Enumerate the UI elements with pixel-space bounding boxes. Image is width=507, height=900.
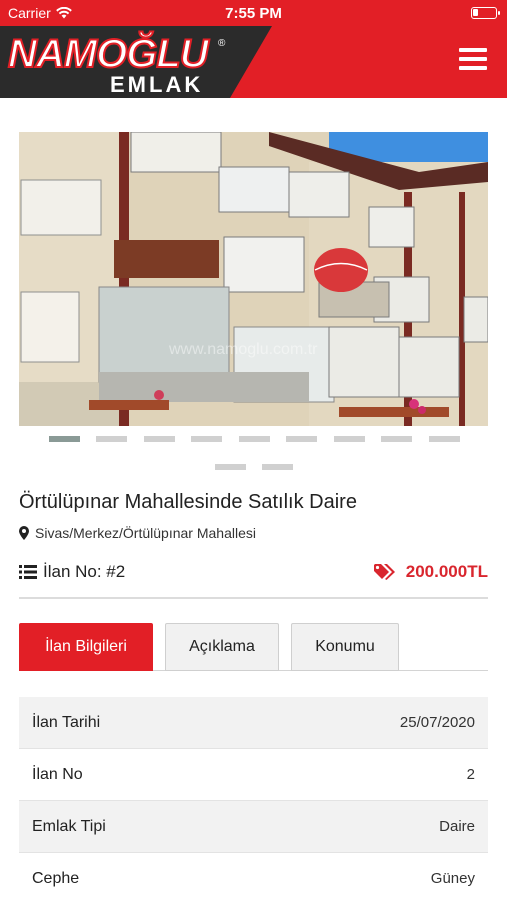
listing-meta-row: İlan No: #2 200.000TL bbox=[19, 562, 488, 584]
carousel-dot[interactable] bbox=[96, 436, 127, 442]
status-bar: Carrier 7:55 PM bbox=[0, 0, 507, 26]
listing-photo[interactable]: www.namoglu.com.tr bbox=[19, 132, 488, 426]
info-row-property-type: Emlak Tipi Daire bbox=[19, 801, 488, 853]
listing-location: Sivas/Merkez/Örtülüpınar Mahallesi bbox=[19, 525, 256, 541]
info-value: Güney bbox=[430, 870, 475, 887]
status-time: 7:55 PM bbox=[225, 5, 282, 22]
location-text: Sivas/Merkez/Örtülüpınar Mahallesi bbox=[35, 525, 256, 541]
logo-subtitle: EMLAK bbox=[110, 72, 204, 97]
menu-button[interactable] bbox=[459, 48, 487, 72]
building-photo-image: www.namoglu.com.tr bbox=[19, 132, 488, 426]
info-label: İlan No bbox=[32, 765, 83, 783]
price-text: 200.000TL bbox=[405, 562, 488, 581]
carousel-dot[interactable] bbox=[239, 436, 270, 442]
listing-info-table: İlan Tarihi 25/07/2020 İlan No 2 Emlak T… bbox=[19, 697, 488, 900]
detail-tabs: İlan Bilgileri Açıklama Konumu bbox=[19, 623, 488, 671]
carousel-dot[interactable] bbox=[191, 436, 222, 442]
battery-icon bbox=[471, 7, 500, 19]
hamburger-icon bbox=[459, 48, 487, 52]
list-icon bbox=[19, 565, 37, 579]
listing-number: İlan No: #2 bbox=[19, 562, 125, 582]
carousel-dot[interactable] bbox=[334, 436, 365, 442]
hamburger-line bbox=[459, 66, 487, 70]
listing-price: 200.000TL bbox=[373, 562, 488, 582]
section-divider bbox=[19, 597, 488, 599]
info-value: Daire bbox=[439, 818, 475, 835]
listing-title: Örtülüpınar Mahallesinde Satılık Daire bbox=[19, 491, 357, 513]
carousel-dot[interactable] bbox=[215, 464, 246, 470]
tab-location[interactable]: Konumu bbox=[291, 623, 399, 671]
photo-watermark: www.namoglu.com.tr bbox=[168, 341, 318, 358]
tab-listing-info[interactable]: İlan Bilgileri bbox=[19, 623, 153, 671]
brand-logo[interactable]: NAMOĞLU ® EMLAK bbox=[0, 26, 272, 98]
info-row-listing-no: İlan No 2 bbox=[19, 749, 488, 801]
map-marker-icon bbox=[19, 526, 29, 540]
carousel-dot[interactable] bbox=[286, 436, 317, 442]
info-value: 2 bbox=[466, 766, 475, 783]
carousel-dot[interactable] bbox=[49, 436, 80, 442]
logo-registered-mark: ® bbox=[218, 38, 226, 49]
logo-text: NAMOĞLU bbox=[7, 32, 210, 76]
app-header: NAMOĞLU ® EMLAK bbox=[0, 26, 507, 98]
info-value: 25/07/2020 bbox=[399, 714, 475, 731]
price-tags-icon bbox=[373, 564, 395, 580]
carousel-dot[interactable] bbox=[144, 436, 175, 442]
hamburger-line bbox=[459, 57, 487, 61]
info-label: İlan Tarihi bbox=[32, 713, 101, 731]
info-label: Cephe bbox=[32, 869, 80, 887]
listing-number-text: İlan No: #2 bbox=[43, 562, 126, 581]
carousel-dot[interactable] bbox=[429, 436, 460, 442]
carousel-dot[interactable] bbox=[262, 464, 293, 470]
info-row-date: İlan Tarihi 25/07/2020 bbox=[19, 697, 488, 749]
info-label: Emlak Tipi bbox=[32, 817, 106, 835]
tab-description[interactable]: Açıklama bbox=[165, 623, 279, 671]
info-row-facade: Cephe Güney bbox=[19, 853, 488, 900]
carousel-dot[interactable] bbox=[381, 436, 412, 442]
